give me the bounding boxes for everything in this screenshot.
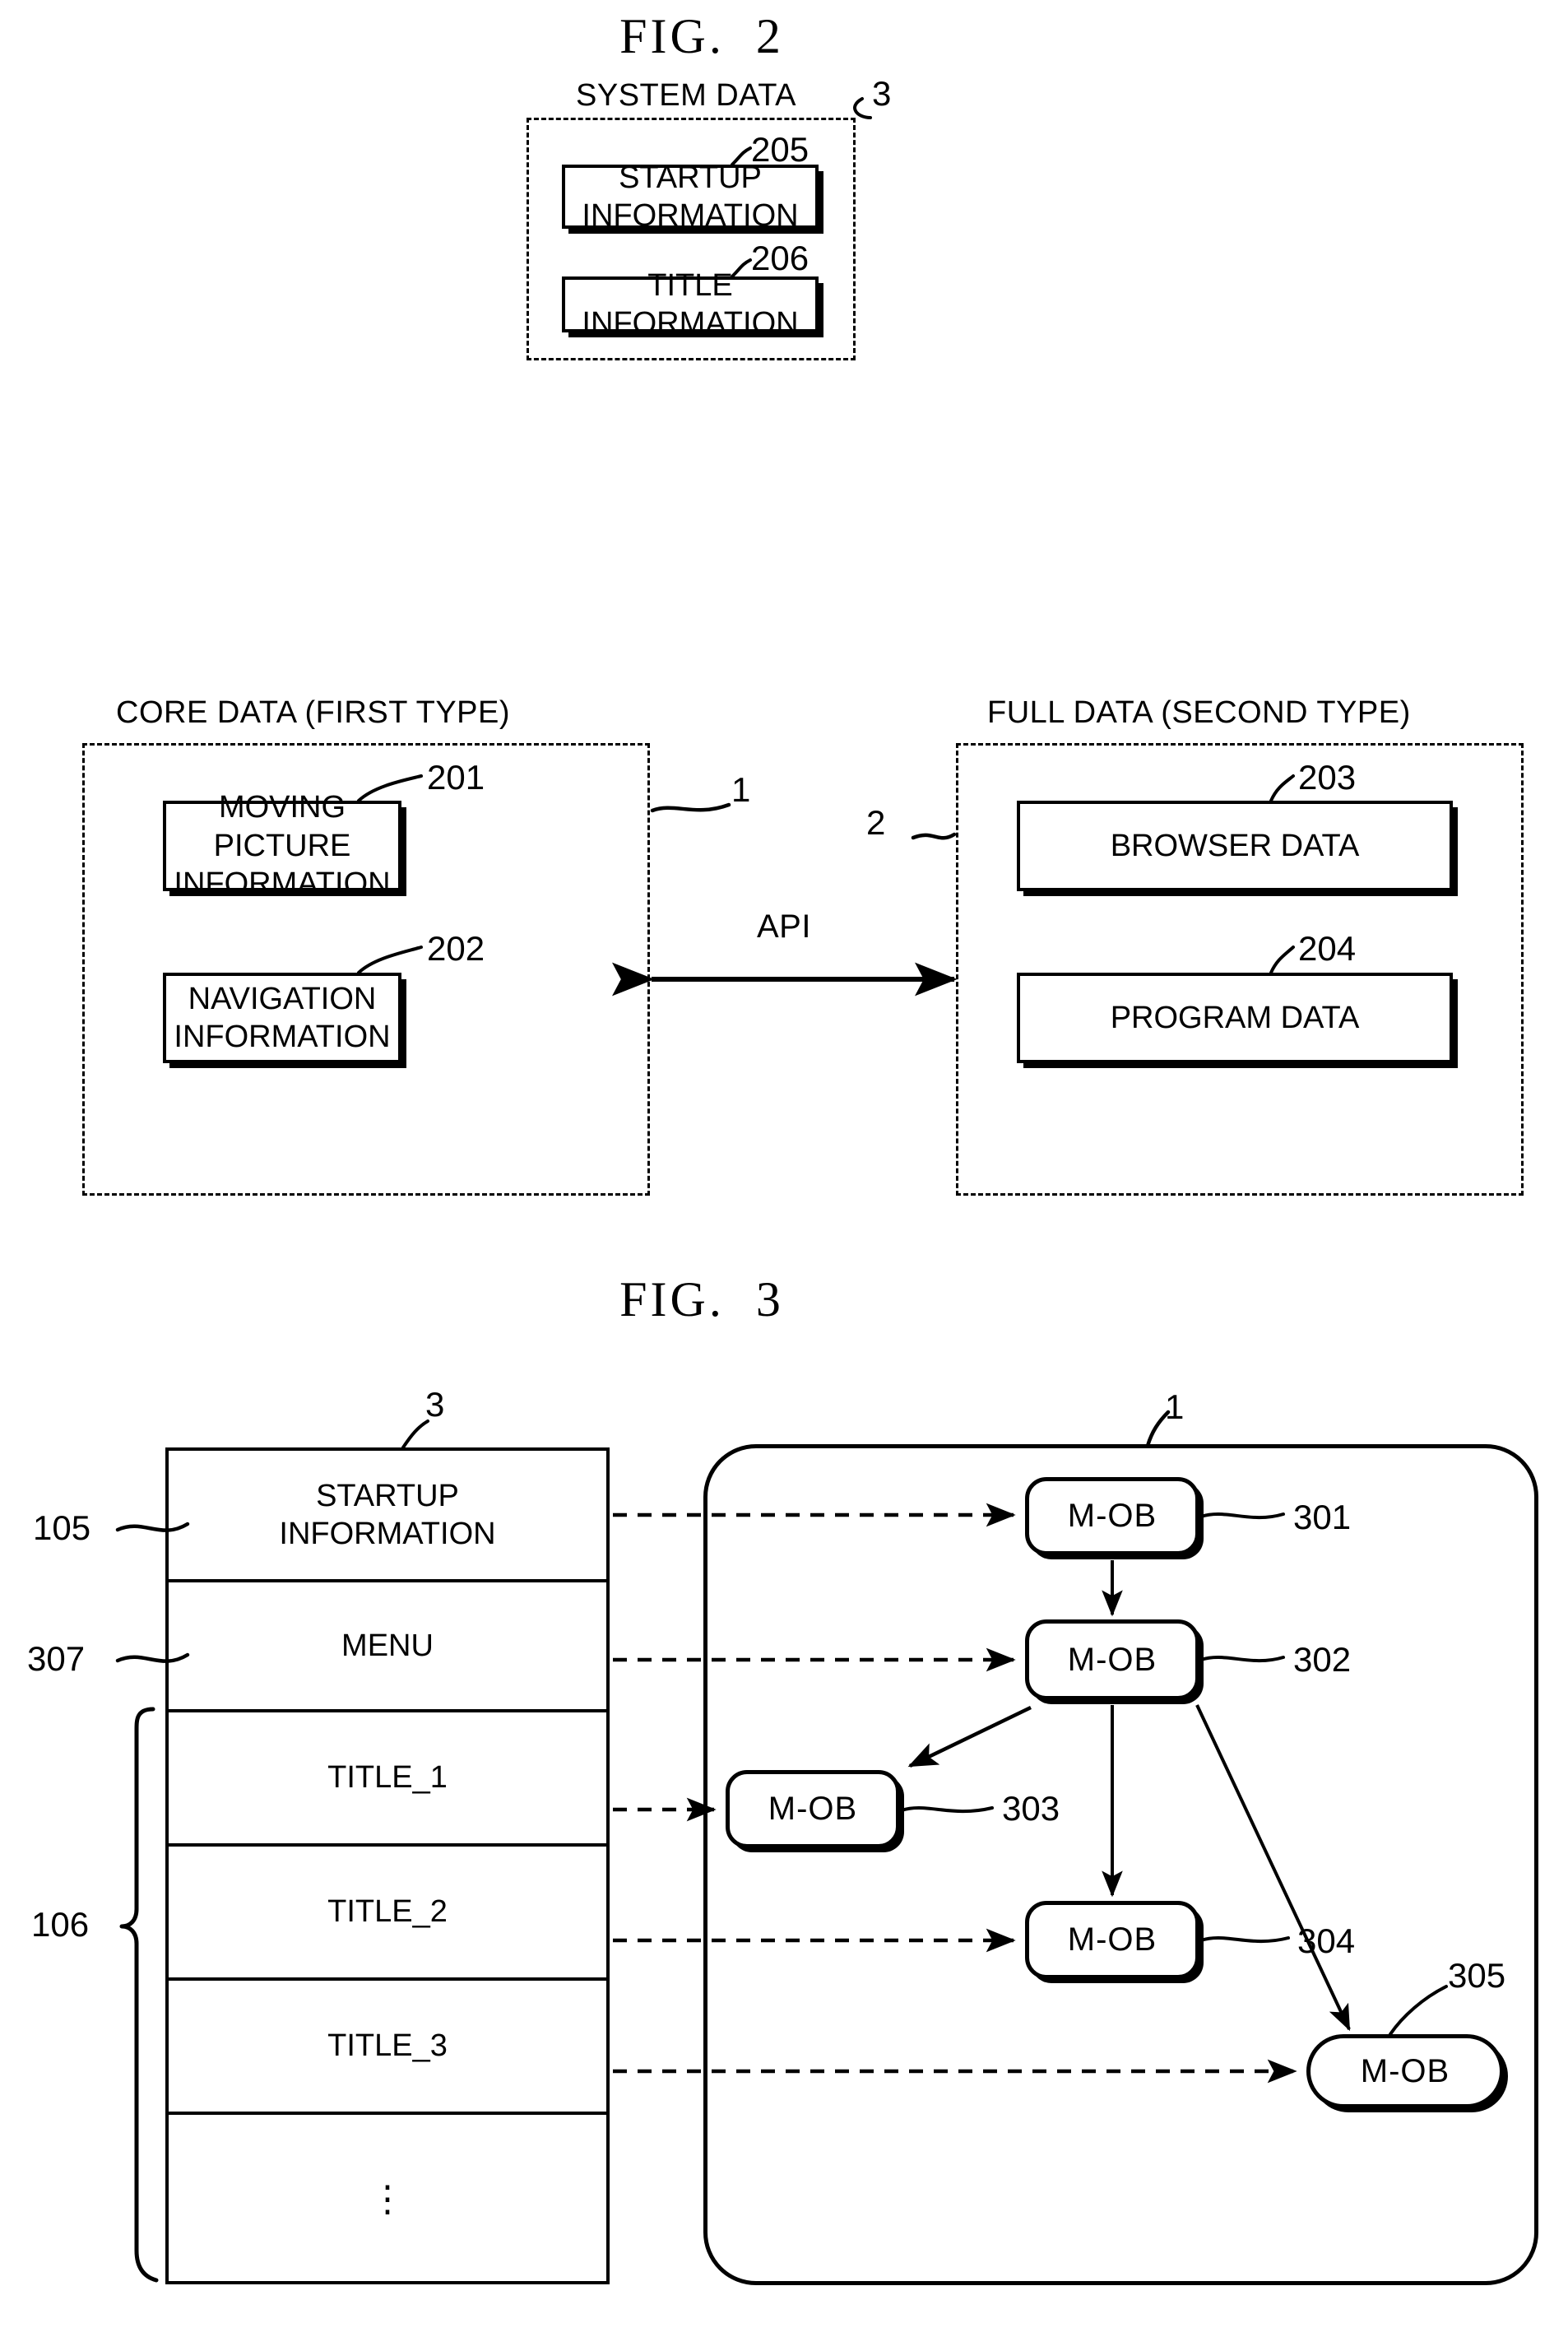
patent-drawing-sheet: FIG. 2 SYSTEM DATA 3 205 STARTUP INFORMAT… xyxy=(0,0,1568,2351)
brace-106 xyxy=(119,1707,159,2283)
leader-line-201 xyxy=(357,774,423,802)
fig3-leader-105 xyxy=(115,1522,190,1532)
fig3-leader-304 xyxy=(1199,1936,1290,1944)
connector-lines-layer xyxy=(115,97,1448,2283)
leader-line-204 xyxy=(1269,946,1295,974)
leader-line-206 xyxy=(731,258,752,278)
leader-line-3-system xyxy=(853,97,872,119)
leader-line-2-full xyxy=(911,832,957,840)
fig3-leader-301 xyxy=(1199,1512,1285,1520)
fig3-leader-305 xyxy=(1389,1985,1448,2036)
fig3-leader-307 xyxy=(115,1652,190,1663)
leader-line-205 xyxy=(731,146,752,166)
fig3-leader-1 xyxy=(1145,1410,1171,1448)
leader-line-1-core xyxy=(650,802,731,813)
fig3-leader-302 xyxy=(1199,1656,1285,1663)
leader-line-202 xyxy=(357,946,423,974)
arrow-302-to-303 xyxy=(907,1705,1032,1768)
fig3-leader-3 xyxy=(401,1419,429,1449)
leader-line-203 xyxy=(1269,774,1295,802)
arrow-302-to-305 xyxy=(1195,1704,1351,2032)
fig3-leader-303 xyxy=(900,1806,994,1814)
